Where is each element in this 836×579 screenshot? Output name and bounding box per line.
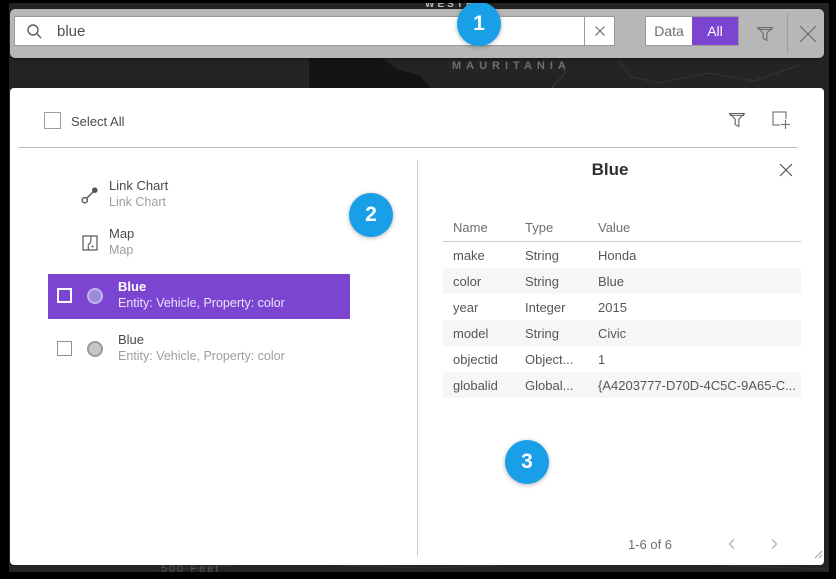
cell-type: String (515, 326, 588, 341)
add-to-selection-button[interactable] (768, 107, 794, 133)
table-row: year Integer 2015 (443, 294, 801, 320)
scope-all-button[interactable]: All (692, 17, 738, 45)
attribute-table-header: Name Type Value (443, 214, 801, 242)
result-item-blue[interactable]: Blue Entity: Vehicle, Property: color (48, 327, 350, 372)
entity-circle-icon (87, 341, 103, 357)
results-filter-button[interactable] (724, 107, 750, 133)
table-row: globalid Global... {A4203777-D70D-4C5C-9… (443, 372, 801, 398)
cell-name: year (443, 300, 515, 315)
close-x-icon (778, 162, 794, 178)
close-search-button[interactable] (794, 20, 822, 48)
result-title: Blue (118, 278, 146, 295)
result-subtitle: Link Chart (109, 194, 166, 211)
detail-close-button[interactable] (774, 158, 798, 182)
pagination-label: 1-6 of 6 (590, 537, 710, 552)
cell-value: 1 (588, 352, 801, 367)
result-item-link-chart[interactable]: Link Chart Link Chart (48, 174, 350, 218)
result-item-blue-selected[interactable]: Blue Entity: Vehicle, Property: color (48, 274, 350, 319)
cell-name: globalid (443, 378, 515, 393)
panel-vertical-divider (417, 160, 418, 556)
cell-type: String (515, 274, 588, 289)
search-toolbar: Data All (10, 9, 824, 58)
result-title: Map (109, 225, 134, 242)
pagination-prev-button[interactable] (721, 533, 743, 555)
result-title: Link Chart (109, 177, 168, 194)
chevron-left-icon (725, 537, 739, 551)
cell-name: model (443, 326, 515, 341)
detail-title: Blue (440, 160, 780, 180)
column-header-name: Name (443, 220, 515, 235)
map-label-mauritania: MAURITANIA (452, 60, 571, 72)
cell-value: 2015 (588, 300, 801, 315)
filter-funnel-icon (726, 109, 748, 131)
cell-type: Global... (515, 378, 588, 393)
cell-type: Integer (515, 300, 588, 315)
cell-type: String (515, 248, 588, 263)
search-results-panel: Select All Link Chart Link Chart (10, 88, 824, 565)
column-header-value: Value (588, 220, 801, 235)
result-subtitle: Map (109, 242, 133, 259)
panel-resize-handle[interactable] (812, 546, 823, 564)
search-icon (26, 23, 43, 40)
cell-value: Blue (588, 274, 801, 289)
pagination-next-button[interactable] (763, 533, 785, 555)
link-chart-icon (80, 185, 100, 210)
result-item-map[interactable]: Map Map (48, 222, 350, 266)
entity-circle-icon (87, 288, 103, 304)
app-window: WESTER MAURITANIA 500 Feet Data All 1 Se (9, 3, 829, 572)
filter-funnel-icon (754, 23, 776, 45)
result-subtitle: Entity: Vehicle, Property: color (118, 295, 285, 312)
close-x-icon (797, 23, 819, 45)
header-divider (18, 147, 798, 148)
cell-name: objectid (443, 352, 515, 367)
toolbar-filter-button[interactable] (752, 21, 778, 47)
table-row: objectid Object... 1 (443, 346, 801, 372)
select-all-checkbox[interactable] (44, 112, 61, 129)
result-title: Blue (118, 331, 144, 348)
clear-x-icon (594, 25, 606, 37)
chevron-right-icon (767, 537, 781, 551)
result-checkbox[interactable] (57, 288, 72, 303)
table-row: make String Honda (443, 242, 801, 268)
search-box (14, 16, 615, 46)
cell-value: {A4203777-D70D-4C5C-9A65-C... (588, 378, 801, 393)
attribute-table: Name Type Value make String Honda color … (443, 214, 801, 398)
attribute-table-body: make String Honda color String Blue year… (443, 242, 801, 398)
annotation-badge-1: 1 (457, 3, 501, 46)
cell-name: make (443, 248, 515, 263)
table-row: color String Blue (443, 268, 801, 294)
toolbar-divider (787, 13, 788, 54)
result-subtitle: Entity: Vehicle, Property: color (118, 348, 285, 365)
search-input[interactable] (43, 23, 584, 40)
cell-type: Object... (515, 352, 588, 367)
add-selection-icon (769, 108, 793, 132)
scope-data-button[interactable]: Data (646, 17, 692, 45)
annotation-badge-2: 2 (349, 193, 393, 237)
clear-search-button[interactable] (584, 17, 614, 45)
map-icon (80, 233, 100, 258)
select-all-label: Select All (71, 114, 124, 129)
cell-name: color (443, 274, 515, 289)
cell-value: Civic (588, 326, 801, 341)
result-checkbox[interactable] (57, 341, 72, 356)
column-header-type: Type (515, 220, 588, 235)
search-scope-toggle: Data All (645, 16, 739, 46)
annotation-badge-3: 3 (505, 440, 549, 484)
cell-value: Honda (588, 248, 801, 263)
table-row: model String Civic (443, 320, 801, 346)
